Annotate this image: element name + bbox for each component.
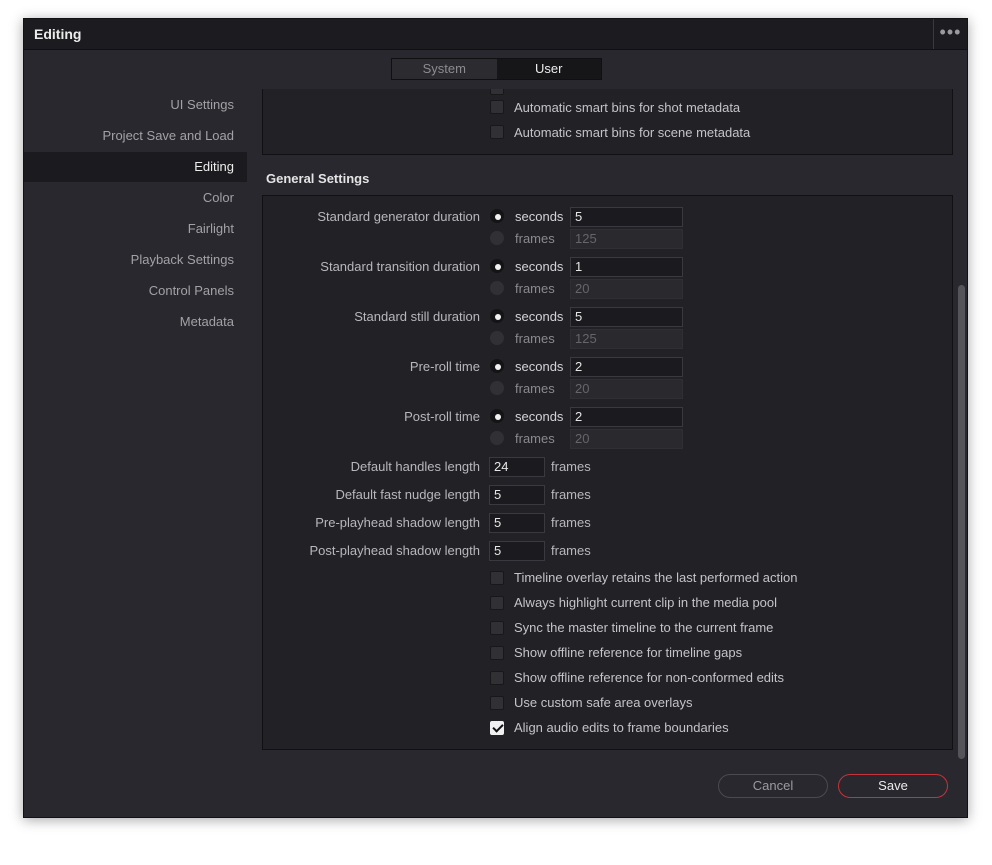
post-roll-seconds-field[interactable]: 2 bbox=[570, 407, 683, 427]
smart-bins-scene-label: Automatic smart bins for scene metadata bbox=[514, 125, 751, 140]
cancel-button[interactable]: Cancel bbox=[718, 774, 828, 798]
still-seconds-label: seconds bbox=[515, 309, 564, 324]
fast-nudge-length-unit: frames bbox=[551, 487, 591, 502]
sync-master-timeline-label: Sync the master timeline to the current … bbox=[514, 620, 774, 635]
generator-seconds-radio[interactable] bbox=[490, 209, 504, 223]
pre-roll-seconds-radio[interactable] bbox=[490, 359, 504, 373]
generator-seconds-label: seconds bbox=[515, 209, 564, 224]
fast-nudge-length-label: Default fast nudge length bbox=[335, 487, 480, 502]
offline-timeline-gaps-checkbox[interactable] bbox=[490, 646, 504, 660]
post-roll-frames-label: frames bbox=[515, 431, 555, 446]
pre-playhead-shadow-unit: frames bbox=[551, 515, 591, 530]
transition-frames-field[interactable]: 20 bbox=[570, 279, 683, 299]
align-audio-edits-checkbox[interactable] bbox=[490, 721, 504, 735]
offline-nonconformed-checkbox[interactable] bbox=[490, 671, 504, 685]
labels-column: Standard generator duration Standard tra… bbox=[24, 19, 480, 865]
safe-area-overlays-label: Use custom safe area overlays bbox=[514, 695, 693, 710]
handles-length-unit: frames bbox=[551, 459, 591, 474]
pre-playhead-shadow-field[interactable]: 5 bbox=[489, 513, 545, 533]
timeline-overlay-label: Timeline overlay retains the last perfor… bbox=[514, 570, 798, 585]
post-roll-label: Post-roll time bbox=[404, 409, 480, 424]
generator-frames-radio[interactable] bbox=[490, 231, 504, 245]
partial-checkbox[interactable] bbox=[490, 89, 504, 95]
transition-seconds-label: seconds bbox=[515, 259, 564, 274]
align-audio-edits-label: Align audio edits to frame boundaries bbox=[514, 720, 729, 735]
offline-nonconformed-label: Show offline reference for non-conformed… bbox=[514, 670, 785, 685]
highlight-clip-label: Always highlight current clip in the med… bbox=[514, 595, 778, 610]
smart-bins-shot-label: Automatic smart bins for shot metadata bbox=[514, 100, 741, 115]
still-seconds-field[interactable]: 5 bbox=[570, 307, 683, 327]
transition-duration-label: Standard transition duration bbox=[320, 259, 480, 274]
fast-nudge-length-field[interactable]: 5 bbox=[489, 485, 545, 505]
pre-roll-label: Pre-roll time bbox=[409, 359, 480, 374]
generator-seconds-field[interactable]: 5 bbox=[570, 207, 683, 227]
highlight-clip-checkbox[interactable] bbox=[490, 596, 504, 610]
transition-seconds-field[interactable]: 1 bbox=[570, 257, 683, 277]
generator-frames-label: frames bbox=[515, 231, 555, 246]
post-roll-frames-field[interactable]: 20 bbox=[570, 429, 683, 449]
pre-roll-seconds-label: seconds bbox=[515, 359, 564, 374]
still-frames-field[interactable]: 125 bbox=[570, 329, 683, 349]
more-options-icon[interactable]: ••• bbox=[933, 19, 967, 49]
still-frames-radio[interactable] bbox=[490, 331, 504, 345]
generator-duration-label: Standard generator duration bbox=[317, 209, 480, 224]
post-playhead-shadow-field[interactable]: 5 bbox=[489, 541, 545, 561]
post-roll-seconds-radio[interactable] bbox=[490, 409, 504, 423]
preferences-window: Editing ••• System User UI Settings Proj… bbox=[23, 18, 968, 818]
pre-roll-seconds-field[interactable]: 2 bbox=[570, 357, 683, 377]
tab-user[interactable]: User bbox=[496, 59, 601, 79]
timeline-overlay-checkbox[interactable] bbox=[490, 571, 504, 585]
generator-frames-field[interactable]: 125 bbox=[570, 229, 683, 249]
post-roll-frames-radio[interactable] bbox=[490, 431, 504, 445]
still-frames-label: frames bbox=[515, 331, 555, 346]
pre-roll-frames-radio[interactable] bbox=[490, 381, 504, 395]
post-playhead-shadow-label: Post-playhead shadow length bbox=[309, 543, 480, 558]
post-roll-seconds-label: seconds bbox=[515, 409, 564, 424]
still-duration-label: Standard still duration bbox=[354, 309, 480, 324]
post-playhead-shadow-unit: frames bbox=[551, 543, 591, 558]
still-seconds-radio[interactable] bbox=[490, 309, 504, 323]
handles-length-label: Default handles length bbox=[350, 459, 480, 474]
pre-roll-frames-field[interactable]: 20 bbox=[570, 379, 683, 399]
safe-area-overlays-checkbox[interactable] bbox=[490, 696, 504, 710]
transition-frames-label: frames bbox=[515, 281, 555, 296]
smart-bins-scene-checkbox[interactable] bbox=[490, 125, 504, 139]
save-button[interactable]: Save bbox=[838, 774, 948, 798]
handles-length-field[interactable]: 24 bbox=[489, 457, 545, 477]
smart-bins-shot-checkbox[interactable] bbox=[490, 100, 504, 114]
pre-roll-frames-label: frames bbox=[515, 381, 555, 396]
transition-seconds-radio[interactable] bbox=[490, 259, 504, 273]
sync-master-timeline-checkbox[interactable] bbox=[490, 621, 504, 635]
transition-frames-radio[interactable] bbox=[490, 281, 504, 295]
scrollbar-thumb[interactable] bbox=[958, 285, 965, 759]
pre-playhead-shadow-label: Pre-playhead shadow length bbox=[315, 515, 480, 530]
offline-timeline-gaps-label: Show offline reference for timeline gaps bbox=[514, 645, 743, 660]
